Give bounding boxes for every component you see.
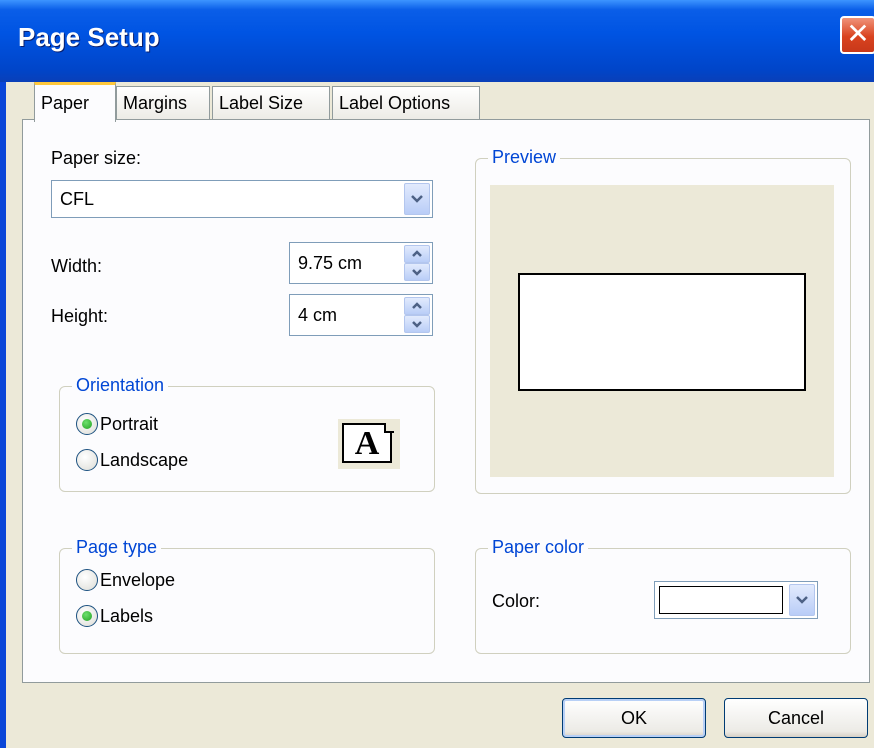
chevron-down-icon xyxy=(411,195,423,203)
preview-group: Preview xyxy=(475,147,851,494)
page-setup-dialog: Page Setup ✕ Paper Margins Label Size La… xyxy=(0,0,874,748)
paper-size-value: CFL xyxy=(60,189,95,209)
orientation-group: Orientation Portrait Landscape A xyxy=(59,375,435,492)
height-spinner[interactable]: 4 cm xyxy=(289,294,433,336)
height-decrement-button[interactable] xyxy=(404,315,430,333)
page-type-title: Page type xyxy=(72,537,162,558)
width-spinner[interactable]: 9.75 cm xyxy=(289,242,433,284)
width-decrement-button[interactable] xyxy=(404,263,430,281)
width-label: Width: xyxy=(51,256,103,276)
landscape-radio[interactable] xyxy=(76,449,98,471)
envelope-radio[interactable] xyxy=(76,569,98,591)
width-value: 9.75 cm xyxy=(298,253,363,273)
height-spin-buttons xyxy=(404,297,430,333)
height-increment-button[interactable] xyxy=(404,297,430,315)
arrow-up-icon xyxy=(412,302,422,309)
chevron-down-icon xyxy=(796,596,808,604)
color-swatch xyxy=(659,586,783,614)
arrow-down-icon xyxy=(412,269,422,276)
paper-color-title: Paper color xyxy=(488,537,589,558)
height-value: 4 cm xyxy=(298,305,338,325)
labels-option[interactable]: Labels xyxy=(76,605,153,627)
paper-color-dropdown-button[interactable] xyxy=(789,584,815,616)
labels-label: Labels xyxy=(100,605,154,626)
paper-color-dropdown[interactable] xyxy=(654,581,818,619)
landscape-option[interactable]: Landscape xyxy=(76,449,188,471)
page-type-group: Page type Envelope Labels xyxy=(59,537,435,654)
ok-button[interactable]: OK xyxy=(562,698,706,738)
arrow-down-icon xyxy=(412,321,422,328)
preview-area xyxy=(490,185,834,477)
envelope-label: Envelope xyxy=(100,569,176,590)
close-icon: ✕ xyxy=(846,18,870,49)
page-corner-fold xyxy=(384,423,394,433)
portrait-label: Portrait xyxy=(100,413,159,434)
tab-label-options[interactable]: Label Options xyxy=(332,86,480,120)
landscape-label: Landscape xyxy=(100,449,189,470)
tab-label-size[interactable]: Label Size xyxy=(212,86,330,120)
envelope-option[interactable]: Envelope xyxy=(76,569,175,591)
paper-size-dropdown[interactable]: CFL xyxy=(51,180,433,218)
preview-title: Preview xyxy=(488,147,561,168)
arrow-up-icon xyxy=(412,250,422,257)
labels-radio[interactable] xyxy=(76,605,98,627)
portrait-radio[interactable] xyxy=(76,413,98,435)
paper-size-dropdown-button[interactable] xyxy=(404,183,430,215)
height-label: Height: xyxy=(51,306,109,326)
portrait-page-icon: A xyxy=(338,419,400,469)
tab-paper[interactable]: Paper xyxy=(34,82,116,122)
dialog-title: Page Setup xyxy=(18,22,160,52)
paper-size-label: Paper size: xyxy=(51,148,142,168)
color-label: Color: xyxy=(492,591,541,611)
width-spin-buttons xyxy=(404,245,430,281)
paper-tab-panel: Paper size: CFL Width: 9.75 cm Height: 4… xyxy=(22,119,870,683)
paper-color-group: Paper color Color: xyxy=(475,537,851,654)
close-button[interactable]: ✕ xyxy=(840,16,874,54)
cancel-button[interactable]: Cancel xyxy=(724,698,868,738)
title-bar[interactable]: Page Setup ✕ xyxy=(0,0,874,82)
preview-paper xyxy=(518,273,806,391)
width-increment-button[interactable] xyxy=(404,245,430,263)
tab-margins[interactable]: Margins xyxy=(116,86,210,120)
portrait-option[interactable]: Portrait xyxy=(76,413,158,435)
orientation-title: Orientation xyxy=(72,375,169,396)
